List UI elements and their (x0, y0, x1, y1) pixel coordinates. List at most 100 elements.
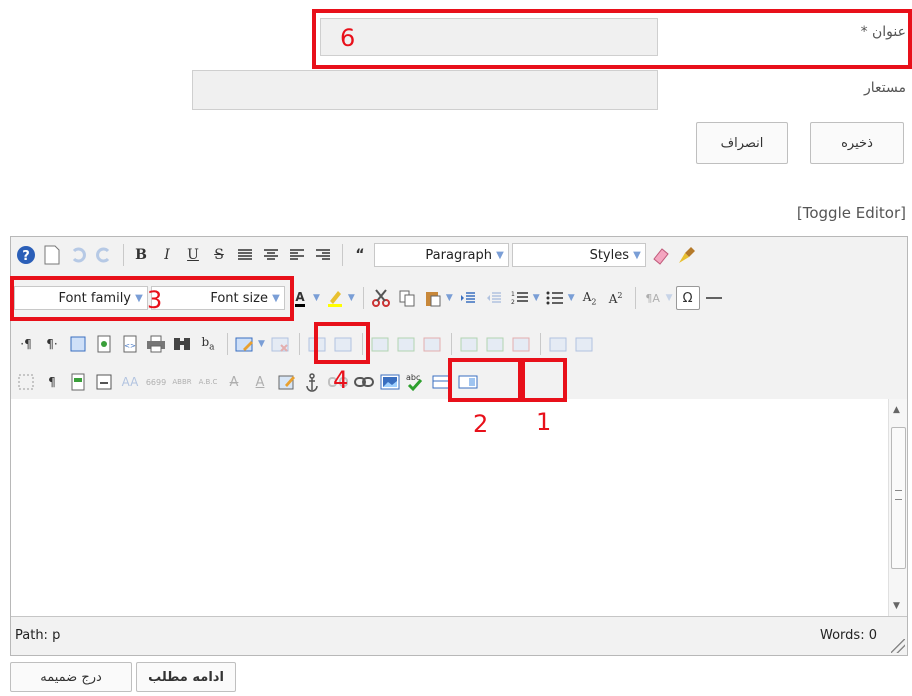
chevron-down-icon[interactable]: ▼ (568, 293, 575, 303)
font-size-select[interactable]: Font size ▼ (151, 286, 285, 310)
chevron-down-icon[interactable]: ▼ (533, 293, 540, 303)
numbered-list-split[interactable]: 1 2 ▼ (508, 286, 543, 310)
table-cell-props-icon[interactable] (331, 332, 355, 356)
template-icon[interactable] (66, 370, 90, 394)
help-icon[interactable]: ? (14, 243, 38, 267)
highlight-icon[interactable] (323, 286, 347, 310)
delete-table-icon[interactable] (268, 332, 292, 356)
copy-icon[interactable] (395, 286, 419, 310)
italic-icon[interactable]: I (155, 243, 179, 267)
redo-icon[interactable] (92, 243, 116, 267)
format-select-value: Paragraph (425, 247, 492, 263)
chevron-down-icon[interactable]: ▼ (446, 293, 453, 303)
delete-row-icon[interactable] (420, 332, 444, 356)
chevron-down-icon[interactable]: ▼ (348, 293, 355, 303)
direction-split[interactable]: ¶A ▼ (641, 286, 676, 310)
underline-icon[interactable]: U (181, 243, 205, 267)
cite-icon[interactable]: 6699 (144, 370, 168, 394)
chevron-down-icon[interactable]: ▼ (258, 339, 265, 349)
media-icon[interactable] (456, 370, 480, 394)
bullet-list-split[interactable]: ▼ (543, 286, 578, 310)
layer-icon[interactable] (430, 370, 454, 394)
blockquote-icon[interactable]: “ (348, 243, 372, 267)
page-break-icon[interactable] (92, 370, 116, 394)
align-left-icon[interactable] (285, 243, 309, 267)
scroll-up-arrow[interactable]: ▲ (893, 405, 900, 415)
chevron-down-icon[interactable]: ▼ (666, 293, 673, 303)
insert-image-icon[interactable] (378, 370, 402, 394)
editor-scrollbar[interactable]: ▲ ▼ (888, 399, 907, 617)
insert-row-before-icon[interactable] (368, 332, 392, 356)
new-document-icon[interactable] (40, 243, 64, 267)
split-cells-icon[interactable] (546, 332, 570, 356)
print-icon[interactable] (144, 332, 168, 356)
toggle-editor-link[interactable]: [Toggle Editor] (797, 204, 906, 222)
superscript-icon[interactable]: A2 (604, 286, 628, 310)
chevron-down-icon[interactable]: ▼ (313, 293, 320, 303)
table-row-props-icon[interactable] (305, 332, 329, 356)
numbered-list-icon[interactable]: 12 (508, 286, 532, 310)
merge-cells-icon[interactable] (572, 332, 596, 356)
strikethrough-icon[interactable]: S (207, 243, 231, 267)
text-direction-icon[interactable]: ¶A (641, 286, 665, 310)
paste-icon[interactable] (421, 286, 445, 310)
outdent-icon[interactable] (482, 286, 506, 310)
title-input[interactable] (320, 18, 658, 56)
ltr-paragraph-icon[interactable]: ·¶ (14, 332, 38, 356)
subscript-icon[interactable]: A2 (578, 286, 602, 310)
insert-col-before-icon[interactable] (457, 332, 481, 356)
align-center-icon[interactable] (259, 243, 283, 267)
font-family-select[interactable]: Font family ▼ (14, 286, 148, 310)
scroll-down-arrow[interactable]: ▼ (893, 601, 900, 611)
align-right-icon[interactable] (311, 243, 335, 267)
insert-col-after-icon[interactable] (483, 332, 507, 356)
delete-col-icon[interactable] (509, 332, 533, 356)
insert-attachment-button[interactable]: درج ضمیمه (10, 662, 132, 692)
align-justify-icon[interactable] (233, 243, 257, 267)
eraser-icon[interactable] (649, 243, 673, 267)
show-blocks-icon[interactable]: ¶ (40, 370, 64, 394)
special-character-icon[interactable]: Ω (675, 286, 700, 310)
acronym-icon[interactable]: A.B.C (196, 370, 220, 394)
save-button[interactable]: ذخیره (810, 122, 904, 164)
insertion-icon[interactable]: A (248, 370, 272, 394)
bullet-list-icon[interactable] (543, 286, 567, 310)
editor-toolbar: ? B I U S “ Paragraph ▼ Styles ▼ Font fami… (11, 237, 907, 400)
scroll-thumb[interactable] (891, 427, 906, 569)
undo-icon[interactable] (66, 243, 90, 267)
read-more-button[interactable]: ادامه مطلب (136, 662, 236, 692)
preview-icon[interactable] (92, 332, 116, 356)
insert-row-after-icon[interactable] (394, 332, 418, 356)
anchor-icon[interactable] (300, 370, 324, 394)
text-color-split[interactable]: A ▼ (288, 286, 323, 310)
cut-icon[interactable] (369, 286, 393, 310)
styles-select[interactable]: Styles ▼ (512, 243, 646, 267)
alias-input[interactable] (192, 70, 658, 110)
abbreviation-icon[interactable]: ABBR (170, 370, 194, 394)
html-source-icon[interactable]: <> (118, 332, 142, 356)
fullscreen-icon[interactable] (66, 332, 90, 356)
resize-grip-icon[interactable] (891, 639, 905, 653)
link-icon[interactable] (352, 370, 376, 394)
editor-content-area[interactable] (11, 399, 889, 617)
paste-split[interactable]: ▼ (421, 286, 456, 310)
format-select[interactable]: Paragraph ▼ (374, 243, 509, 267)
deletion-icon[interactable]: A (222, 370, 246, 394)
toolbar-separator (539, 333, 541, 355)
spellcheck-icon[interactable]: abc (404, 370, 428, 394)
visual-aid-icon[interactable] (14, 370, 38, 394)
highlight-color-split[interactable]: ▼ (323, 286, 358, 310)
styleprops-icon[interactable]: AA (118, 370, 142, 394)
horizontal-rule-icon[interactable] (702, 286, 726, 310)
find-icon[interactable] (170, 332, 194, 356)
indent-icon[interactable] (456, 286, 480, 310)
text-color-icon[interactable]: A (288, 286, 312, 310)
cancel-button[interactable]: انصراف (696, 122, 788, 164)
rtl-paragraph-icon[interactable]: ¶· (40, 332, 64, 356)
cleanup-brush-icon[interactable] (675, 243, 699, 267)
replace-icon[interactable]: ba (196, 332, 220, 356)
bold-icon[interactable]: B (129, 243, 153, 267)
attributes-icon[interactable] (274, 370, 298, 394)
insert-table-split[interactable]: ▼ (233, 332, 268, 356)
insert-table-icon[interactable] (233, 332, 257, 356)
